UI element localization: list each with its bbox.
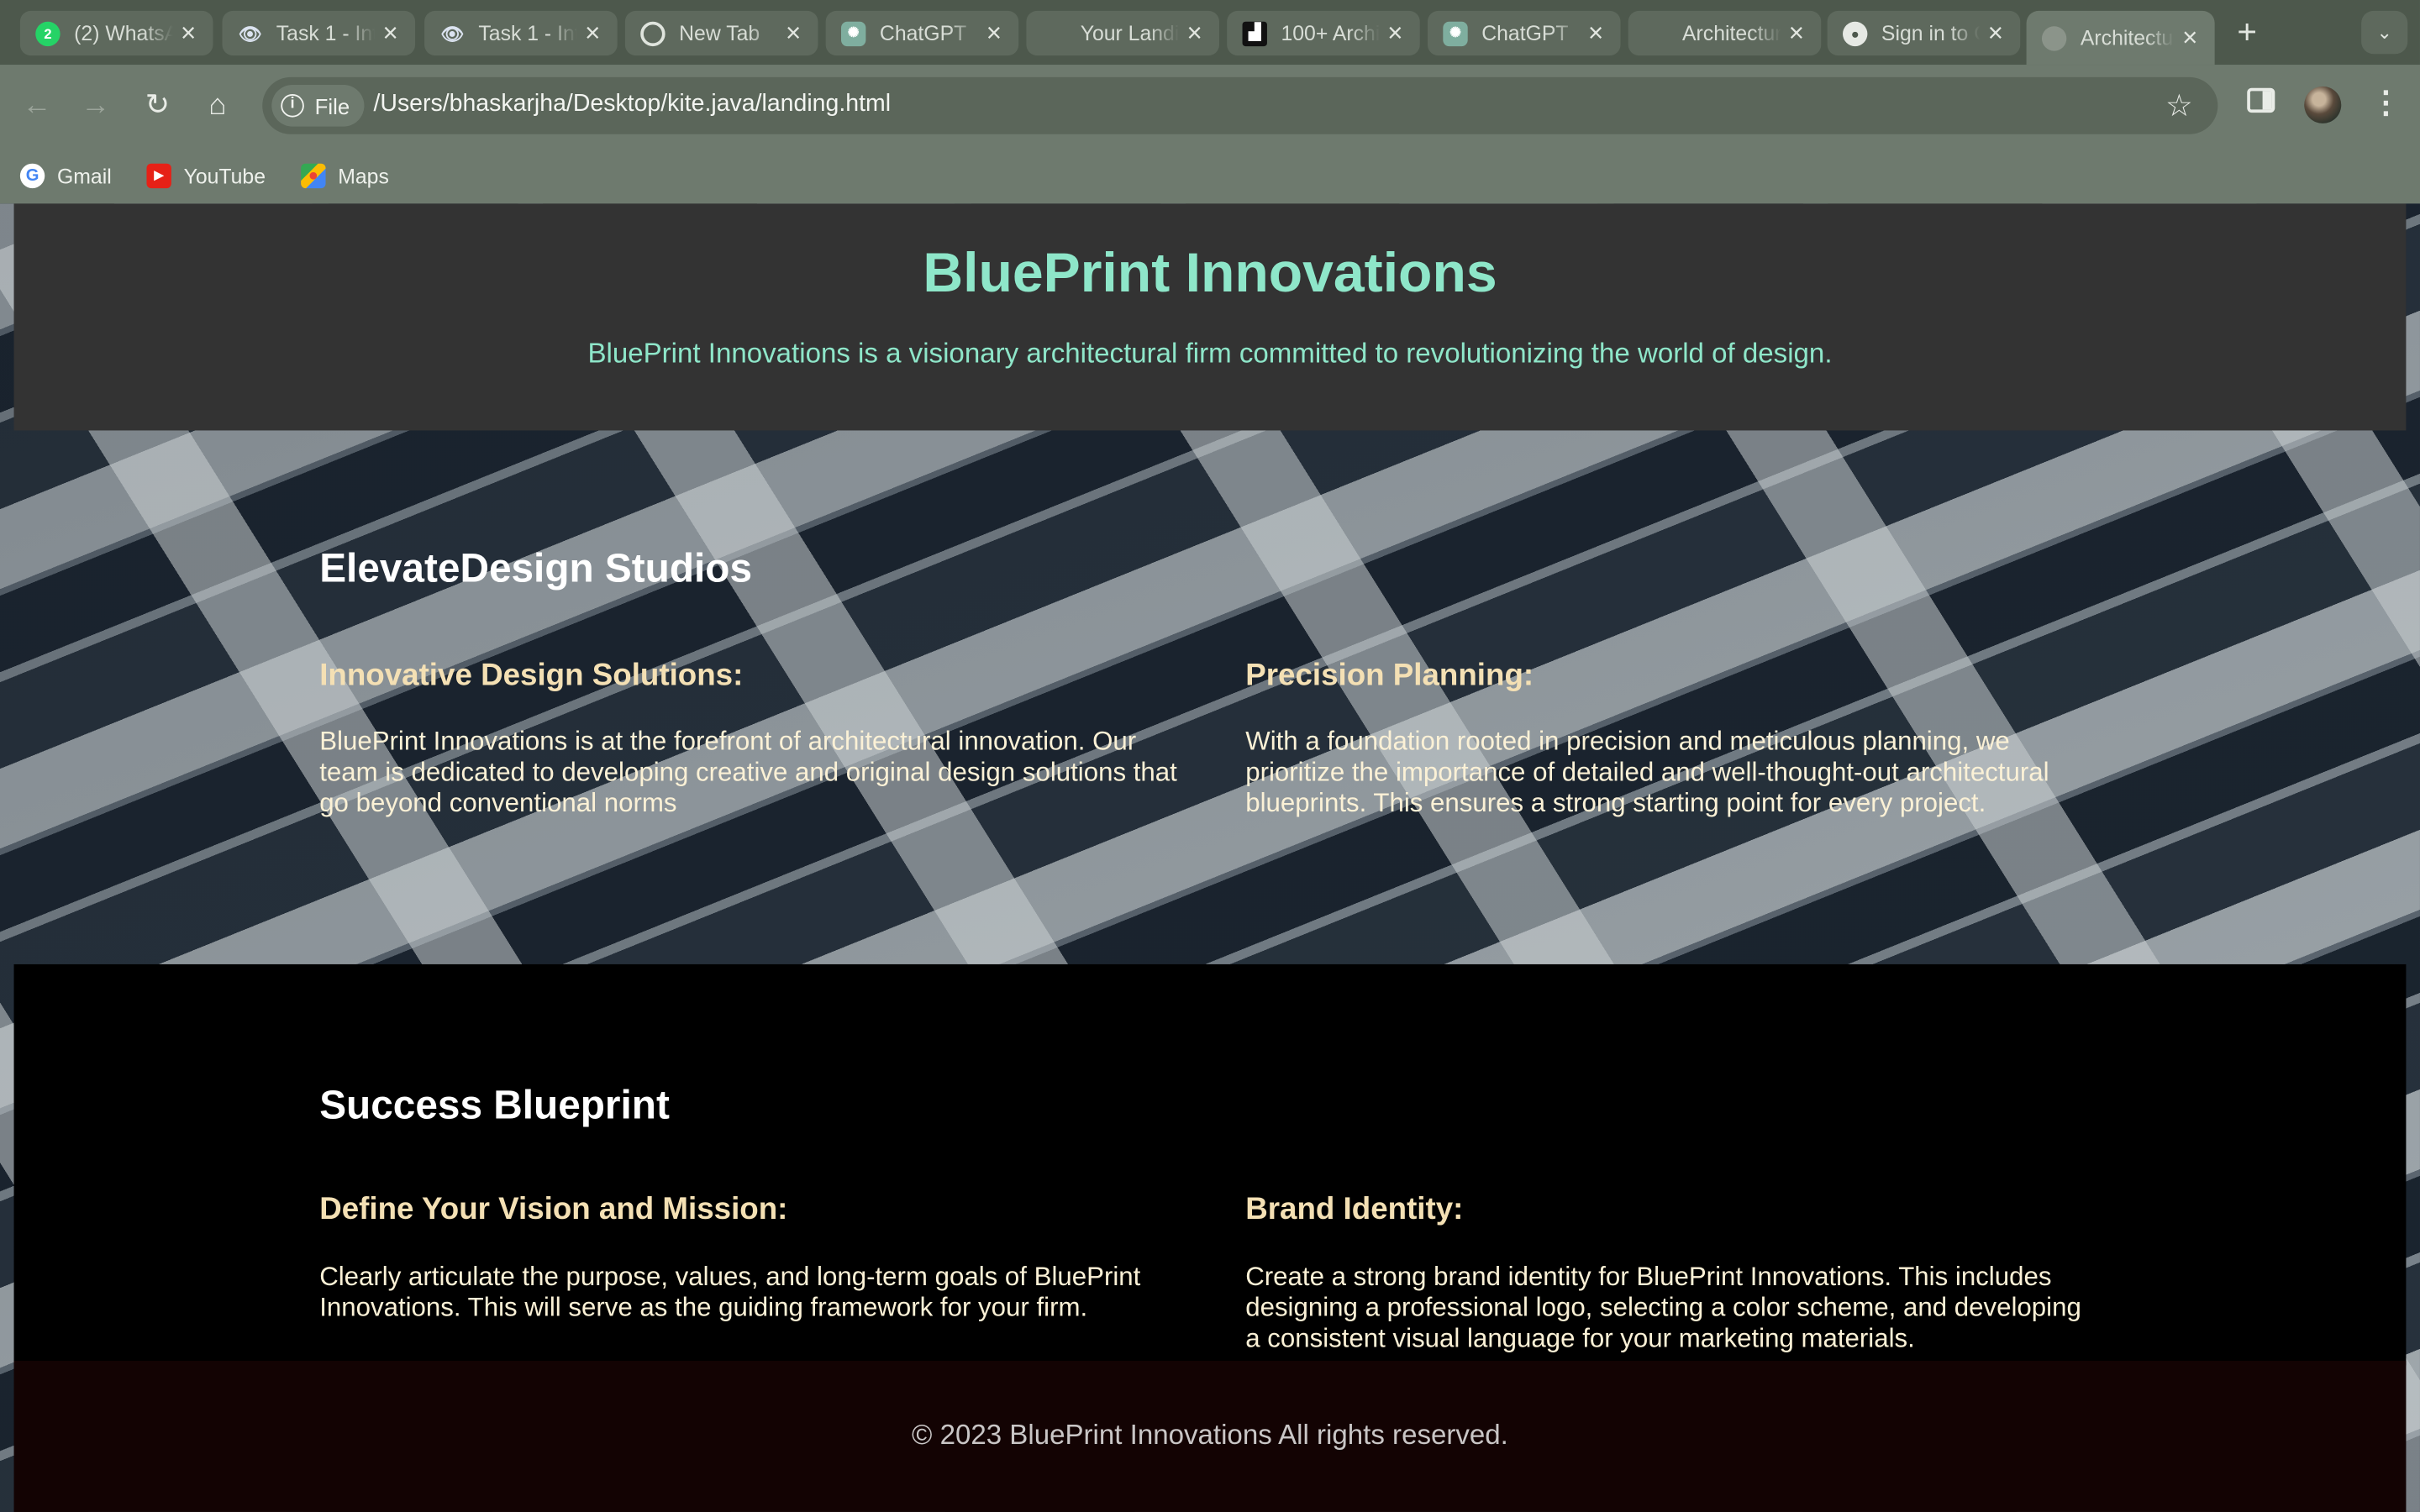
tab-search-button[interactable]: ⌄: [2361, 10, 2408, 55]
bookmarks-bar: G Gmail ▶ YouTube ● Maps: [0, 148, 2420, 204]
success-item-text: Create a strong brand identity for BlueP…: [1245, 1262, 2081, 1353]
footer-copyright: © 2023 BluePrint Innovations All rights …: [912, 1419, 1508, 1451]
bookmark-label: YouTube: [183, 164, 266, 188]
bookmark-label: Gmail: [56, 164, 112, 188]
unsplash-icon: ▟: [1242, 20, 1267, 46]
success-item-heading: Define Your Vision and Mission:: [319, 1192, 788, 1227]
youtube-icon: ▶: [146, 163, 171, 189]
tab-whatsapp[interactable]: 2 (2) WhatsApp ×: [19, 10, 213, 56]
scheme-label: File: [314, 93, 350, 118]
tab-title: (2) WhatsApp: [74, 21, 173, 45]
eye-icon: 👁: [238, 22, 262, 45]
tab-title: Architecture: [2080, 26, 2175, 50]
tab-task-1-b[interactable]: 👁 Task 1 - Internship ×: [424, 10, 618, 56]
tab-chatgpt-a[interactable]: ✺ ChatGPT ×: [825, 10, 1019, 56]
tab-title: Sign in to GitHub: [1881, 21, 1981, 45]
info-icon: i: [281, 94, 304, 118]
globe-icon: [2041, 25, 2067, 50]
close-icon[interactable]: ×: [173, 18, 204, 49]
tab-strip: 2 (2) WhatsApp × 👁 Task 1 - Internship ×…: [0, 0, 2420, 66]
bookmark-youtube[interactable]: ▶ YouTube: [146, 159, 266, 192]
tab-architecture-a[interactable]: Architecture ×: [1628, 10, 1822, 56]
blank-icon: [1644, 21, 1668, 45]
page-title: BluePrint Innovations: [923, 240, 1497, 304]
tab-architecture-active[interactable]: Architecture ×: [2026, 10, 2215, 66]
tab-github-signin[interactable]: ● Sign in to GitHub ×: [1827, 10, 2021, 56]
tab-new-tab[interactable]: New Tab ×: [624, 10, 818, 56]
tab-title: New Tab: [679, 21, 760, 45]
tab-architecture-unsplash[interactable]: ▟ 100+ Architecture ×: [1227, 10, 1420, 56]
close-icon[interactable]: ×: [577, 18, 608, 49]
browser-toolbar: ← → ↻ ⌂ i File /Users/bhaskarjha/Desktop…: [0, 65, 2420, 149]
bookmark-maps[interactable]: ● Maps: [301, 159, 389, 192]
new-tab-button[interactable]: +: [2226, 13, 2269, 55]
success-title: Success Blueprint: [319, 1081, 670, 1128]
studio-item-heading: Precision Planning:: [1245, 659, 1534, 693]
studio-item-text: With a foundation rooted in precision an…: [1245, 727, 2049, 818]
success-section: Success Blueprint Define Your Vision and…: [13, 963, 2407, 1366]
tab-title: ChatGPT: [879, 21, 967, 45]
page-viewport[interactable]: BluePrint Innovations BluePrint Innovati…: [0, 203, 2420, 1512]
home-button[interactable]: ⌂: [197, 87, 238, 127]
eye-icon: 👁: [440, 22, 465, 45]
tab-title: Your Landing: [1080, 21, 1180, 45]
site-info-chip[interactable]: i File: [271, 85, 364, 127]
page-footer: © 2023 BluePrint Innovations All rights …: [13, 1360, 2407, 1512]
reload-button[interactable]: ↻: [137, 87, 177, 127]
success-item-text: Clearly articulate the purpose, values, …: [319, 1262, 1141, 1323]
openai-icon: ✺: [1443, 20, 1468, 46]
studio-title: ElevateDesign Studios: [319, 544, 753, 591]
close-icon[interactable]: ×: [2175, 23, 2206, 54]
tab-title: ChatGPT: [1481, 21, 1569, 45]
tab-your-landing[interactable]: Your Landing ×: [1026, 10, 1219, 56]
tab-title: 100+ Architecture: [1281, 21, 1381, 45]
studio-item-heading: Innovative Design Solutions:: [319, 659, 744, 693]
forward-button[interactable]: →: [76, 87, 116, 127]
blank-icon: [1042, 21, 1066, 45]
chrome-icon: [640, 20, 666, 46]
maps-icon: ●: [301, 163, 326, 189]
tab-title: Task 1 - Internship: [478, 21, 577, 45]
tab-task-1-a[interactable]: 👁 Task 1 - Internship ×: [222, 10, 416, 56]
close-icon[interactable]: ×: [1380, 18, 1411, 49]
close-icon[interactable]: ×: [1980, 18, 2011, 49]
bookmark-star-icon[interactable]: ☆: [2165, 87, 2193, 125]
hero-tagline: BluePrint Innovations is a visionary arc…: [587, 338, 1833, 369]
profile-avatar[interactable]: [2304, 86, 2342, 123]
side-panel-icon[interactable]: [2247, 87, 2275, 113]
close-icon[interactable]: ×: [1781, 18, 1812, 49]
whatsapp-icon: 2: [35, 20, 60, 46]
hero-header: BluePrint Innovations BluePrint Innovati…: [13, 203, 2407, 431]
url-text[interactable]: /Users/bhaskarjha/Desktop/kite.java/land…: [373, 91, 891, 118]
address-bar[interactable]: i File /Users/bhaskarjha/Desktop/kite.ja…: [262, 76, 2218, 134]
close-icon[interactable]: ×: [778, 18, 809, 49]
google-icon: G: [19, 163, 45, 189]
github-icon: ●: [1843, 20, 1868, 46]
studio-item-text: BluePrint Innovations is at the forefron…: [319, 727, 1177, 818]
close-icon[interactable]: ×: [1179, 18, 1210, 49]
close-icon[interactable]: ×: [978, 18, 1009, 49]
tab-chatgpt-b[interactable]: ✺ ChatGPT ×: [1427, 10, 1621, 56]
menu-kebab-icon[interactable]: ⋮: [2370, 83, 2402, 122]
bookmark-label: Maps: [338, 164, 389, 188]
back-button[interactable]: ←: [17, 87, 57, 127]
openai-icon: ✺: [841, 20, 866, 46]
tab-title: Architecture: [1682, 21, 1781, 45]
studio-section: ElevateDesign Studios Innovative Design …: [0, 430, 2420, 963]
close-icon[interactable]: ×: [375, 18, 406, 49]
success-item-heading: Brand Identity:: [1245, 1192, 1464, 1227]
tab-title: Task 1 - Internship: [276, 21, 376, 45]
bookmark-gmail[interactable]: G Gmail: [19, 159, 112, 192]
close-icon[interactable]: ×: [1581, 18, 1612, 49]
